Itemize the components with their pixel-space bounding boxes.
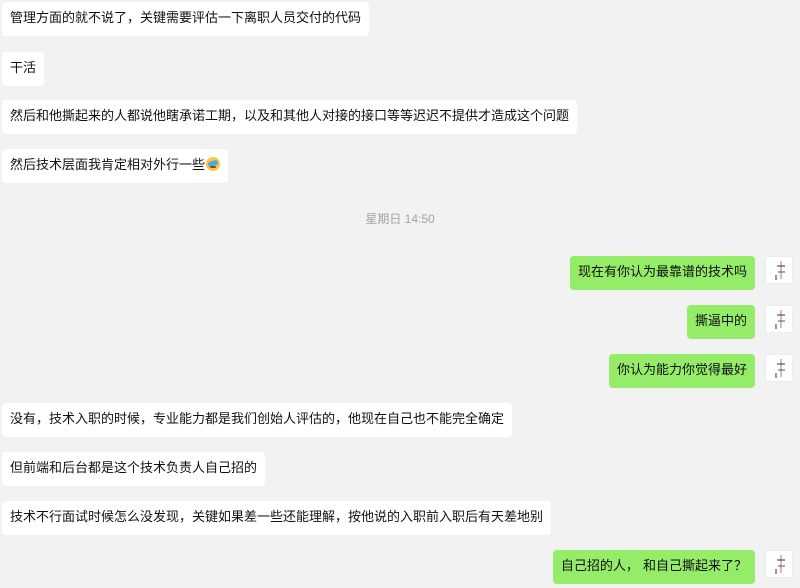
avatar-image [775, 261, 785, 280]
message-text: 然后和他撕起来的人都说他瞎承诺工期，以及和其他人对接的接口等等迟迟不提供才造成这… [10, 109, 570, 124]
message-text: 管理方面的就不说了，关键需要评估一下离职人员交付的代码 [10, 11, 362, 26]
message-text: 自己招的人， 和自己撕起来了？ [560, 559, 747, 574]
message-outgoing[interactable]: 撕逼中的 [686, 305, 755, 339]
message-incoming[interactable]: 没有，技术入职的时候，专业能力都是我们创始人评估的，他现在自己也不能完全确定 [2, 403, 513, 437]
message-text: 现在有你认为最靠谱的技术吗 [577, 265, 747, 280]
chat-area: 管理方面的就不说了，关键需要评估一下离职人员交付的代码 干活 然后和他撕起来的人… [0, 0, 800, 588]
message-text: 然后技术层面我肯定相对外行一些 [10, 158, 206, 173]
avatar-image [775, 555, 785, 574]
message-outgoing[interactable]: 自己招的人， 和自己撕起来了？ [552, 550, 755, 584]
message-incoming[interactable]: 干活 [2, 52, 45, 86]
message-text: 撕逼中的 [694, 314, 747, 329]
message-outgoing[interactable]: 现在有你认为最靠谱的技术吗 [569, 256, 755, 290]
message-text: 技术不行面试时候怎么没发现，关键如果差一些还能理解，按他说的入职前入职后有天差地… [10, 510, 544, 525]
avatar[interactable] [765, 354, 793, 382]
message-text: 你认为能力你觉得最好 [616, 363, 747, 378]
message-outgoing[interactable]: 你认为能力你觉得最好 [608, 354, 755, 388]
message-incoming[interactable]: 技术不行面试时候怎么没发现，关键如果差一些还能理解，按他说的入职前入职后有天差地… [2, 501, 552, 535]
message-text: 干活 [10, 61, 37, 76]
avatar-image [775, 359, 785, 378]
avatar[interactable] [765, 305, 793, 333]
message-incoming[interactable]: 然后和他撕起来的人都说他瞎承诺工期，以及和其他人对接的接口等等迟迟不提供才造成这… [2, 100, 578, 134]
avatar[interactable] [765, 256, 793, 284]
timestamp: 星期日 14:50 [365, 212, 435, 226]
avatar[interactable] [765, 550, 793, 578]
laugh-cry-emoji-icon [206, 157, 221, 171]
message-incoming[interactable]: 管理方面的就不说了，关键需要评估一下离职人员交付的代码 [2, 2, 370, 36]
message-incoming[interactable]: 然后技术层面我肯定相对外行一些 [2, 149, 229, 183]
message-text: 但前端和后台都是这个技术负责人自己招的 [10, 461, 258, 476]
message-incoming[interactable]: 但前端和后台都是这个技术负责人自己招的 [2, 452, 266, 486]
message-text: 没有，技术入职的时候，专业能力都是我们创始人评估的，他现在自己也不能完全确定 [10, 412, 505, 427]
avatar-image [775, 310, 785, 329]
